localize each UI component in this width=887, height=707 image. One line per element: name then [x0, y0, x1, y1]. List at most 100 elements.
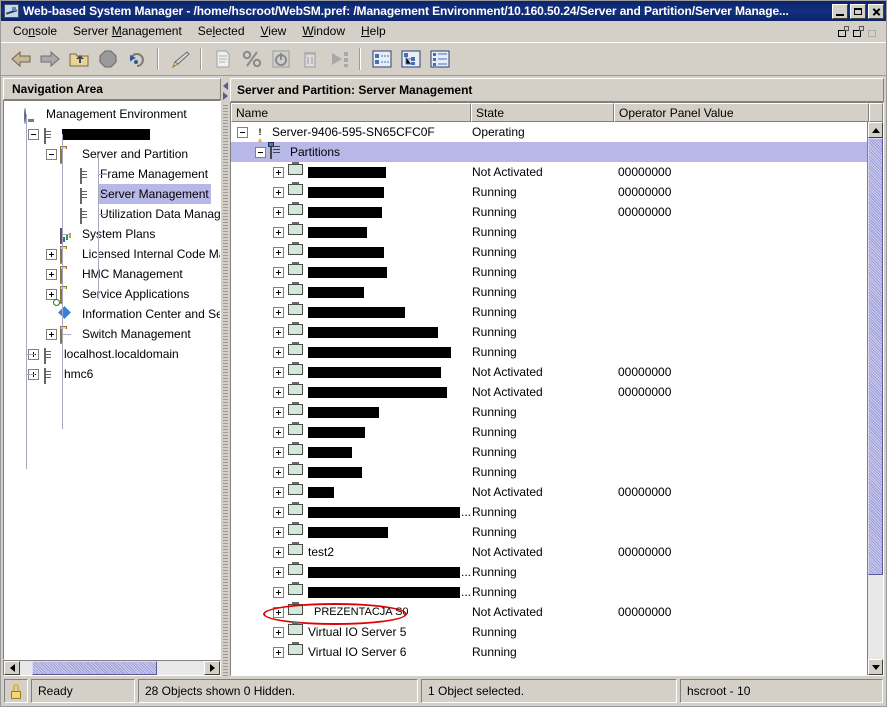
nav-scroll-thumb[interactable]: [32, 661, 157, 675]
table-row[interactable]: ... Running: [231, 562, 867, 582]
sidebar-item-hmc-management[interactable]: HMC Management: [4, 264, 220, 284]
collapse-left-icon[interactable]: [222, 81, 229, 90]
table-row[interactable]: Virtual IO Server 5 Running: [231, 622, 867, 642]
expand-icon[interactable]: [273, 526, 284, 538]
expand-icon[interactable]: [273, 586, 284, 598]
collapse-icon[interactable]: [28, 128, 39, 140]
sidebar-item-licensed-internal-code-ma[interactable]: Licensed Internal Code Ma: [4, 244, 220, 264]
expand-icon[interactable]: [273, 406, 284, 418]
back-arrow-icon[interactable]: [7, 46, 34, 72]
table-row[interactable]: Running 00000000: [231, 202, 867, 222]
sidebar-item-hmc6[interactable]: hmc6: [4, 364, 220, 384]
sidebar-item-system-plans[interactable]: System Plans: [4, 224, 220, 244]
column-header-name[interactable]: Name: [231, 103, 471, 122]
brush-icon[interactable]: [166, 46, 193, 72]
expand-icon[interactable]: [273, 486, 284, 498]
view-tree-icon[interactable]: [397, 46, 424, 72]
expand-icon[interactable]: [273, 566, 284, 578]
menu-view[interactable]: View: [253, 22, 295, 40]
expand-icon[interactable]: [273, 266, 284, 278]
expand-icon[interactable]: [46, 268, 57, 280]
refresh-icon[interactable]: [123, 46, 150, 72]
expand-icon[interactable]: [273, 426, 284, 438]
expand-icon[interactable]: [273, 646, 284, 658]
navigation-horizontal-scrollbar[interactable]: [3, 660, 221, 676]
sidebar-item-frame-management[interactable]: Frame Management: [4, 164, 220, 184]
sidebar-item-utilization-data-manag[interactable]: Utilization Data Manag: [4, 204, 220, 224]
pane-divider[interactable]: [221, 78, 230, 676]
table-row[interactable]: Running: [231, 442, 867, 462]
column-header-state[interactable]: State: [471, 103, 614, 122]
table-row[interactable]: ... Running: [231, 582, 867, 602]
sidebar-item-localhost-localdomain[interactable]: localhost.localdomain: [4, 344, 220, 364]
table-row[interactable]: Running: [231, 282, 867, 302]
collapse-right-icon[interactable]: [222, 91, 229, 100]
sidebar-item-server-and-partition[interactable]: Server and Partition: [4, 144, 220, 164]
table-row[interactable]: Running: [231, 342, 867, 362]
table-row[interactable]: ... Running: [231, 502, 867, 522]
expand-icon[interactable]: [273, 546, 284, 558]
view-tree-details-icon[interactable]: [426, 46, 453, 72]
scroll-track[interactable]: [868, 138, 883, 659]
table-row[interactable]: Running: [231, 262, 867, 282]
nav-scroll-left-button[interactable]: [4, 661, 20, 675]
expand-icon[interactable]: [273, 206, 284, 218]
table-row[interactable]: Virtual IO Server 6 Running: [231, 642, 867, 662]
scroll-up-button[interactable]: [868, 122, 883, 138]
table-row[interactable]: Running: [231, 422, 867, 442]
sidebar-item-server-management[interactable]: Server Management: [4, 184, 220, 204]
menu-selected[interactable]: Selected: [190, 22, 253, 40]
expand-icon[interactable]: [273, 286, 284, 298]
sidebar-item-management-environment[interactable]: Management Environment: [4, 104, 220, 124]
table-row[interactable]: Not Activated 00000000: [231, 482, 867, 502]
table-row[interactable]: Running: [231, 242, 867, 262]
scroll-down-button[interactable]: [868, 659, 883, 675]
menu-help[interactable]: Help: [353, 22, 394, 40]
minimize-button[interactable]: [832, 3, 848, 19]
collapse-icon[interactable]: [255, 146, 266, 158]
up-folder-icon[interactable]: [65, 46, 92, 72]
nav-scroll-right-button[interactable]: [204, 661, 220, 675]
table-row[interactable]: Not Activated 00000000: [231, 362, 867, 382]
expand-icon[interactable]: [273, 346, 284, 358]
table-row[interactable]: test2 Not Activated 00000000: [231, 542, 867, 562]
table-row[interactable]: PREZENTACJA S0 Not Activated 00000000: [231, 602, 867, 622]
expand-icon[interactable]: [273, 386, 284, 398]
expand-icon[interactable]: [273, 446, 284, 458]
table-vertical-scrollbar[interactable]: [867, 122, 883, 675]
sidebar-item-redacted-1[interactable]: [4, 124, 220, 144]
mdi-maximize-button[interactable]: [852, 24, 865, 38]
view-details-icon[interactable]: [368, 46, 395, 72]
expand-icon[interactable]: [46, 288, 57, 300]
menu-server-management[interactable]: Server Management: [65, 22, 190, 40]
table-row[interactable]: Running: [231, 462, 867, 482]
collapse-icon[interactable]: [237, 126, 248, 138]
table-row[interactable]: Running: [231, 402, 867, 422]
table-row[interactable]: Server-9406-595-SN65CFC0F Operating: [231, 122, 867, 142]
table-row[interactable]: Partitions: [231, 142, 867, 162]
expand-icon[interactable]: [273, 246, 284, 258]
table-row[interactable]: Running 00000000: [231, 182, 867, 202]
stop-icon[interactable]: [94, 46, 121, 72]
table-row[interactable]: Not Activated 00000000: [231, 162, 867, 182]
table-row[interactable]: Not Activated 00000000: [231, 382, 867, 402]
expand-icon[interactable]: [273, 366, 284, 378]
mdi-restore-button[interactable]: [837, 24, 850, 38]
expand-icon[interactable]: [273, 226, 284, 238]
expand-icon[interactable]: [273, 506, 284, 518]
sidebar-item-service-applications[interactable]: Service Applications: [4, 284, 220, 304]
table-row[interactable]: Running: [231, 222, 867, 242]
table-row[interactable]: Running: [231, 522, 867, 542]
table-row[interactable]: Running: [231, 302, 867, 322]
maximize-button[interactable]: [850, 3, 866, 19]
expand-icon[interactable]: [46, 248, 57, 260]
sidebar-item-switch-management[interactable]: Switch Management: [4, 324, 220, 344]
expand-icon[interactable]: [273, 166, 284, 178]
expand-icon[interactable]: [273, 186, 284, 198]
table-row[interactable]: Running: [231, 322, 867, 342]
forward-arrow-icon[interactable]: [36, 46, 63, 72]
close-button[interactable]: [868, 3, 884, 19]
divider-grip[interactable]: [223, 105, 228, 676]
menu-console[interactable]: Console: [5, 22, 65, 40]
expand-icon[interactable]: [273, 466, 284, 478]
